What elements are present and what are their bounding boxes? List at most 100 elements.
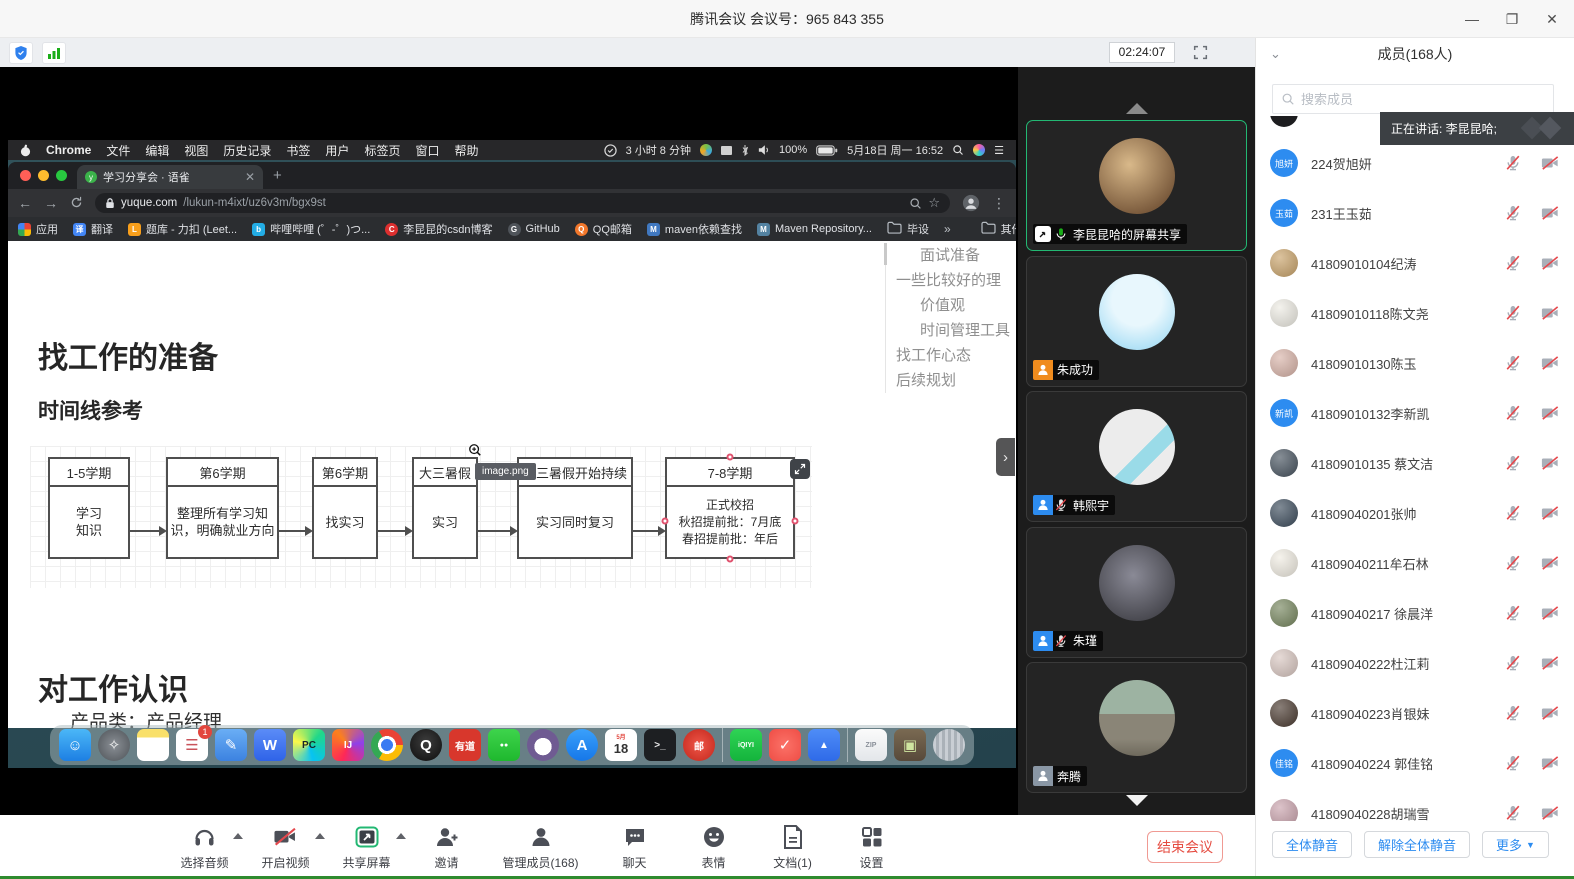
member-row[interactable]: 41809040217 徐晨洋 (1256, 588, 1574, 638)
mic-muted-icon[interactable] (1503, 203, 1523, 223)
menubar-item[interactable]: 编辑 (145, 142, 169, 159)
member-search-box[interactable] (1272, 84, 1554, 114)
close-button[interactable]: ✕ (1544, 11, 1560, 28)
caret-up-icon[interactable] (315, 833, 325, 839)
toolbar-cam-off[interactable]: 开启视频 (261, 824, 309, 871)
maximize-button[interactable]: ❐ (1504, 11, 1520, 28)
security-shield-icon[interactable] (9, 42, 33, 64)
member-row[interactable]: 41809010118陈文尧 (1256, 288, 1574, 338)
camera-off-icon[interactable] (1540, 454, 1560, 472)
menubar-item[interactable]: 窗口 (415, 142, 439, 159)
launchpad-icon[interactable]: ✧ (98, 729, 130, 761)
minimize-button[interactable]: — (1464, 11, 1480, 27)
mic-muted-icon[interactable] (1503, 653, 1523, 673)
menubar-item[interactable]: 标签页 (364, 142, 400, 159)
bookmark-item[interactable]: MMaven Repository... (757, 223, 872, 236)
reminders-icon[interactable]: ☰1 (176, 729, 208, 761)
collapse-video-strip-button[interactable]: › (996, 438, 1015, 476)
menubar-item[interactable]: 书签 (286, 142, 310, 159)
video-tile[interactable]: 朱瑾 (1026, 527, 1247, 658)
toolbar-settings[interactable]: 设置 (849, 824, 895, 871)
control-center-icon[interactable]: ☰ (994, 144, 1004, 157)
bookmark-item[interactable]: GGitHub (508, 223, 560, 236)
menubar-app-name[interactable]: Chrome (46, 143, 91, 157)
youdao-icon[interactable]: 有道 (449, 729, 481, 761)
camera-off-icon[interactable] (1540, 404, 1560, 422)
toolbar-share-screen[interactable]: 共享屏幕 (343, 824, 391, 871)
bookmark-item[interactable]: 毕设 (887, 221, 929, 237)
toolbar-emoji[interactable]: 表情 (691, 824, 737, 871)
zip-file-icon[interactable]: ZIP (855, 729, 887, 761)
back-icon[interactable]: ← (18, 196, 32, 210)
selection-handle[interactable] (727, 454, 734, 461)
flow-box[interactable]: 大三暑假实习 (412, 457, 478, 559)
outline-item[interactable]: 后续规划 (886, 368, 1016, 393)
browser-tab[interactable]: y 学习分享会 · 语雀 ✕ (77, 165, 263, 189)
member-row[interactable]: 41809010130陈玉 (1256, 338, 1574, 388)
outline-item[interactable]: 面试准备 (886, 243, 1016, 268)
video-tile[interactable]: 奔腾 (1026, 662, 1247, 793)
toolbar-chat[interactable]: 聊天 (612, 824, 658, 871)
bookmark-item[interactable]: QQQ邮箱 (575, 221, 632, 237)
flow-box[interactable]: 第6学期找实习 (312, 457, 378, 559)
mountain-app-icon[interactable]: ▲ (808, 729, 840, 761)
tab-close-icon[interactable]: ✕ (245, 170, 255, 184)
github-desktop-icon[interactable] (527, 729, 559, 761)
bookmark-star-icon[interactable]: ☆ (928, 195, 940, 211)
mic-muted-icon[interactable] (1503, 803, 1523, 821)
menubar-item[interactable]: 文件 (106, 142, 130, 159)
video-tile[interactable]: 韩熙宇 (1026, 391, 1247, 522)
trash-icon[interactable] (933, 729, 965, 761)
menubar-item[interactable]: 历史记录 (223, 142, 271, 159)
profile-avatar-icon[interactable] (962, 194, 980, 212)
bookmark-item[interactable]: b哔哩哔哩 (゜-゜)つ... (252, 221, 370, 237)
zoom-page-icon[interactable] (909, 197, 922, 210)
member-row[interactable]: 41809040222杜江莉 (1256, 638, 1574, 688)
app-store-icon[interactable]: A (566, 729, 598, 761)
app-status-icon[interactable] (700, 144, 712, 156)
bookmark-item[interactable]: C李昆昆的csdn博客 (385, 221, 492, 237)
pycharm-icon[interactable]: PC (293, 729, 325, 761)
bookmarks-overflow-icon[interactable]: » (944, 222, 951, 236)
mic-muted-icon[interactable] (1503, 553, 1523, 573)
selection-handle[interactable] (727, 556, 734, 563)
toolbar-members[interactable]: 管理成员(168) (503, 824, 579, 871)
mic-muted-icon[interactable] (1503, 453, 1523, 473)
tomato-clock-icon[interactable]: ✓ (769, 729, 801, 761)
flow-box[interactable]: 第6学期整理所有学习知识，明确就业方向 (166, 457, 279, 559)
wechat-icon[interactable]: ●● (488, 729, 520, 761)
search-input[interactable] (1301, 92, 1545, 107)
mic-muted-icon[interactable] (1503, 353, 1523, 373)
outline-item[interactable]: 找工作心态 (886, 343, 1016, 368)
end-meeting-button[interactable]: 结束会议 (1147, 831, 1223, 863)
menubar-item[interactable]: 视图 (184, 142, 208, 159)
menubar-item[interactable]: 帮助 (454, 142, 478, 159)
camera-off-icon[interactable] (1540, 354, 1560, 372)
timeline-flowchart[interactable]: image.png 1-5学期学习知识第6学期整理所有学习知识，明确就业方向第6… (30, 446, 812, 588)
member-row[interactable]: 41809040228胡瑞雪 (1256, 788, 1574, 821)
network-signal-icon[interactable] (42, 42, 66, 64)
scroll-up-icon[interactable] (1126, 103, 1148, 114)
toolbar-doc[interactable]: 文档(1) (770, 824, 816, 871)
member-row[interactable]: 佳铭41809040224 郭佳铭 (1256, 738, 1574, 788)
battery-icon[interactable] (816, 145, 838, 156)
expand-diagram-icon[interactable] (790, 459, 810, 479)
pencil-app-icon[interactable]: ✎ (215, 729, 247, 761)
bookmark-item[interactable]: L题库 - 力扣 (Leet... (128, 221, 237, 237)
camera-off-icon[interactable] (1540, 504, 1560, 522)
calendar-icon[interactable]: 5月18 (605, 729, 637, 761)
focus-status-icon[interactable] (604, 144, 617, 157)
volume-icon[interactable] (758, 144, 770, 156)
caret-up-icon[interactable] (233, 833, 243, 839)
spotlight-icon[interactable] (952, 144, 964, 156)
qq-icon[interactable]: Q (410, 729, 442, 761)
bookmark-item[interactable]: Mmaven依赖查找 (647, 221, 742, 237)
member-row[interactable]: 新凯41809010132李新凯 (1256, 388, 1574, 438)
fullscreen-icon[interactable] (1189, 42, 1211, 63)
member-row[interactable]: 41809040201张帅 (1256, 488, 1574, 538)
outline-item[interactable]: 一些比较好的理 (886, 268, 1016, 293)
menubar-item[interactable]: 用户 (325, 142, 349, 159)
camera-off-icon[interactable] (1540, 804, 1560, 821)
mic-muted-icon[interactable] (1503, 753, 1523, 773)
video-tile[interactable]: 朱成功 (1026, 256, 1247, 387)
